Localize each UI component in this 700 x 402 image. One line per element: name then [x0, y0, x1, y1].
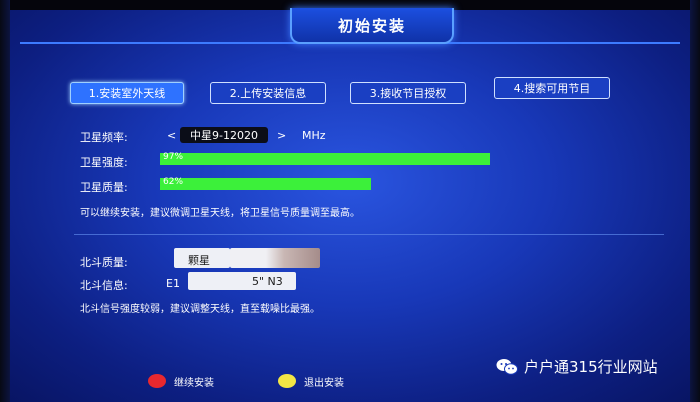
beidou-info-prefix: E1 — [166, 277, 180, 290]
page-title: 初始安装 — [290, 8, 454, 44]
satellite-hint-text: 可以继续安装，建议微调卫星天线，将卫星信号质量调至最高。 — [80, 208, 360, 219]
watermark-text: 户户通315行业网站 — [524, 358, 658, 376]
wechat-icon — [496, 358, 518, 376]
redacted-area — [230, 248, 320, 268]
tv-bezel-left — [0, 0, 10, 402]
step-tab-install-antenna[interactable]: 1.安装室外天线 — [70, 82, 184, 104]
satellite-quality-fill — [160, 178, 371, 190]
satellite-frequency-label: 卫星频率: — [80, 131, 128, 144]
beidou-info-label: 北斗信息: — [80, 279, 128, 292]
frequency-next-arrow[interactable]: > — [277, 129, 286, 142]
frequency-prev-arrow[interactable]: < — [167, 129, 176, 142]
satellite-quality-label: 卫星质量: — [80, 181, 128, 194]
section-divider — [74, 234, 664, 235]
yellow-key-icon[interactable] — [278, 374, 296, 388]
exit-install-label: 退出安装 — [304, 378, 344, 389]
satellite-quality-bar: 62% — [160, 177, 500, 190]
red-key-icon[interactable] — [148, 374, 166, 388]
step-tab-search-programs[interactable]: 4.搜索可用节目 — [494, 77, 610, 99]
frequency-unit: MHz — [302, 129, 326, 142]
satellite-frequency-selector[interactable]: 中星9-12020 — [180, 127, 268, 143]
beidou-quality-value: 颗星 — [188, 254, 210, 267]
satellite-strength-bar: 97% — [160, 152, 500, 165]
beidou-quality-label: 北斗质量: — [80, 256, 128, 269]
satellite-quality-value: 62% — [163, 177, 184, 187]
satellite-strength-fill — [160, 153, 490, 165]
beidou-info-suffix: 5" N3 — [252, 275, 283, 288]
continue-install-label: 继续安装 — [174, 378, 214, 389]
tv-bezel-right — [690, 0, 700, 402]
watermark: 户户通315行业网站 — [496, 356, 658, 377]
satellite-strength-label: 卫星强度: — [80, 156, 128, 169]
step-tab-receive-authorization[interactable]: 3.接收节目授权 — [350, 82, 466, 104]
beidou-hint-text: 北斗信号强度较弱，建议调整天线，直至载噪比最强。 — [80, 304, 320, 315]
title-bar: 初始安装 — [20, 8, 680, 44]
satellite-strength-value: 97% — [163, 152, 184, 162]
step-tab-upload-info[interactable]: 2.上传安装信息 — [210, 82, 326, 104]
tv-screen: 初始安装 1.安装室外天线 2.上传安装信息 3.接收节目授权 4.搜索可用节目… — [0, 0, 700, 402]
